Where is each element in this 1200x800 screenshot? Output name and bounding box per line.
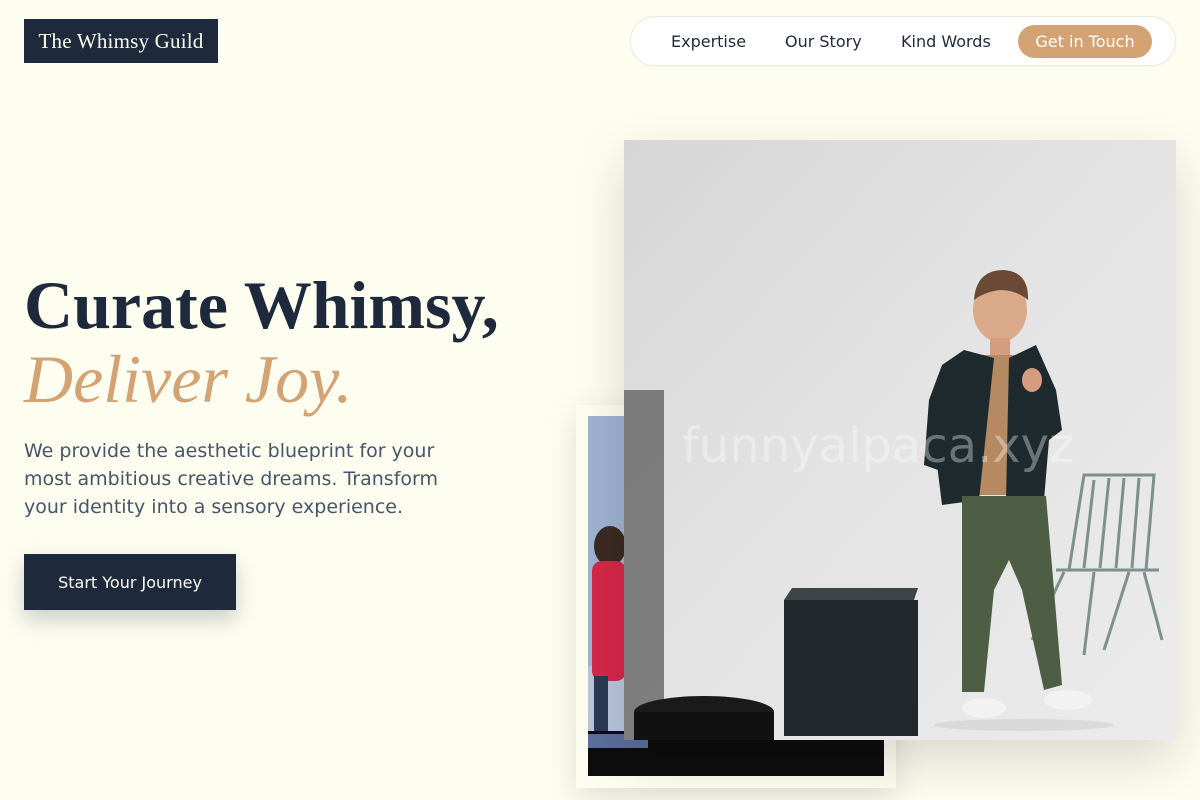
nav-link-our-story[interactable]: Our Story xyxy=(785,17,862,65)
hero-accent-title: Deliver Joy. xyxy=(24,341,353,417)
site-logo[interactable]: The Whimsy Guild xyxy=(24,19,218,63)
watermark-text: funnyalpaca.xyz xyxy=(682,418,1075,474)
hero-description: We provide the aesthetic blueprint for y… xyxy=(24,440,439,518)
landing-page: The Whimsy Guild Expertise Our Story Kin… xyxy=(0,0,1200,800)
nav-link-expertise[interactable]: Expertise xyxy=(671,17,746,65)
start-journey-button[interactable]: Start Your Journey xyxy=(24,554,236,610)
main-nav: Expertise Our Story Kind Words Get in To… xyxy=(630,16,1176,66)
main-photo: funnyalpaca.xyz xyxy=(624,140,1176,740)
get-in-touch-button[interactable]: Get in Touch xyxy=(1018,25,1152,58)
nav-link-kind-words[interactable]: Kind Words xyxy=(901,17,991,65)
hero-title: Curate Whimsy, xyxy=(24,267,499,343)
